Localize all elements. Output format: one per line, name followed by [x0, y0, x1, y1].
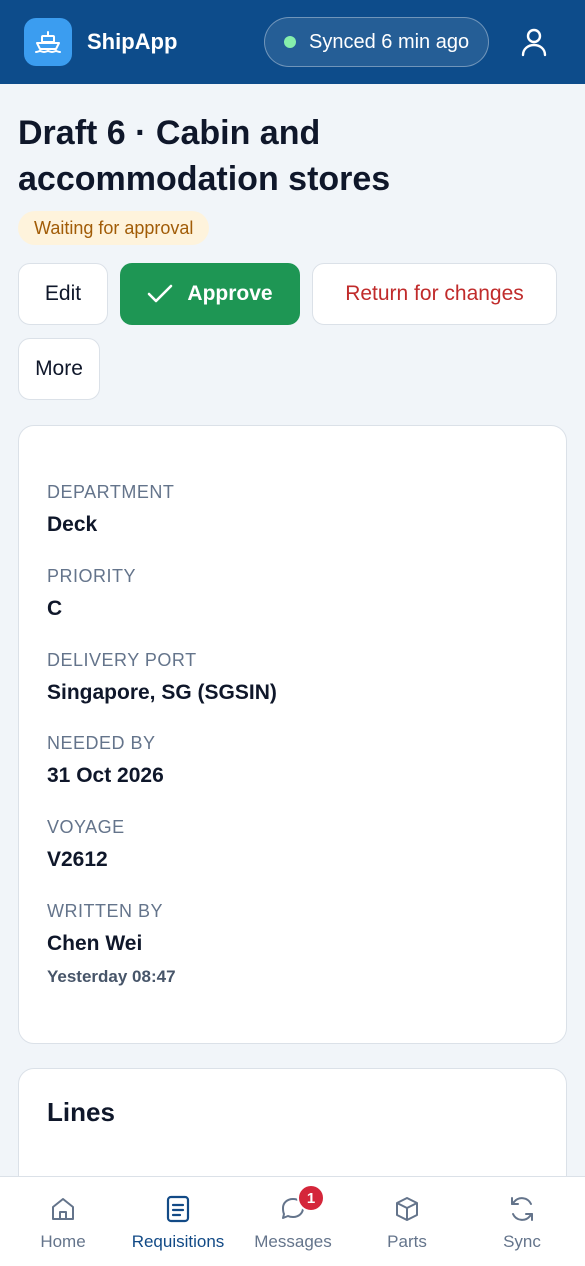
refresh-icon: [511, 1197, 533, 1221]
return-for-changes-button[interactable]: Return for changes: [312, 263, 557, 325]
user-profile-button[interactable]: [516, 24, 552, 60]
bottom-nav: Home Requisitions 1 Messages Parts Sync: [0, 1176, 585, 1266]
home-icon: [52, 1198, 74, 1220]
nav-parts-label: Parts: [387, 1232, 427, 1251]
status-badge: Waiting for approval: [18, 211, 210, 245]
nav-requisitions[interactable]: Requisitions: [128, 1177, 228, 1266]
nav-parts[interactable]: Parts: [372, 1177, 442, 1266]
voyage-label: VOYAGE: [47, 817, 125, 837]
check-icon: [148, 284, 173, 303]
edit-button[interactable]: Edit: [18, 263, 108, 325]
department-label: DEPARTMENT: [47, 482, 175, 502]
voyage-field: VOYAGE V2612: [47, 816, 125, 874]
delivery-port-value: Singapore, SG (SGSIN): [47, 681, 277, 704]
approve-button[interactable]: Approve: [120, 263, 300, 325]
page-title: Draft 6 · Cabin and accommodation stores: [18, 114, 391, 198]
sync-status-pill[interactable]: Synced 6 min ago: [264, 17, 489, 67]
nav-messages[interactable]: 1 Messages: [250, 1177, 336, 1266]
written-by-time: Yesterday 08:47: [47, 967, 176, 986]
approve-button-label: Approve: [187, 282, 273, 305]
nav-sync[interactable]: Sync: [487, 1177, 557, 1266]
user-icon: [521, 28, 547, 57]
needed-by-field: NEEDED BY 31 Oct 2026: [47, 732, 164, 790]
app-brand: ShipApp: [87, 29, 178, 54]
sync-status-dot: [284, 36, 296, 48]
nav-home-label: Home: [40, 1232, 86, 1251]
delivery-port-label: DELIVERY PORT: [47, 650, 197, 670]
nav-sync-label: Sync: [503, 1232, 541, 1251]
lines-title: Lines: [47, 1097, 115, 1127]
app-root: ShipApp Synced 6 min ago Draft 6 · Cabin…: [0, 0, 585, 1266]
department-field: DEPARTMENT Deck: [47, 481, 174, 539]
document-icon: [166, 1195, 190, 1223]
ship-logo-icon: [24, 18, 72, 66]
nav-requisitions-label: Requisitions: [131, 1232, 225, 1251]
priority-value: C: [47, 597, 63, 620]
written-by-field: WRITTEN BY Chen Wei Yesterday 08:47: [47, 900, 176, 988]
department-value: Deck: [47, 513, 98, 536]
needed-by-label: NEEDED BY: [47, 733, 156, 753]
written-by-value: Chen Wei: [47, 932, 143, 955]
priority-field: PRIORITY C: [47, 565, 136, 623]
top-bar: ShipApp Synced 6 min ago: [0, 0, 585, 84]
sync-status-text: Synced 6 min ago: [309, 30, 470, 53]
details-card: DEPARTMENT Deck PRIORITY C DELIVERY PORT…: [18, 425, 567, 1044]
nav-home[interactable]: Home: [28, 1177, 98, 1266]
needed-by-value: 31 Oct 2026: [47, 764, 164, 787]
more-button[interactable]: More: [18, 338, 100, 400]
nav-messages-label: Messages: [254, 1232, 332, 1251]
box-icon: [396, 1197, 418, 1221]
voyage-value: V2612: [47, 848, 108, 871]
messages-unread-badge: 1: [297, 1184, 325, 1212]
delivery-port-field: DELIVERY PORT Singapore, SG (SGSIN): [47, 649, 277, 707]
priority-label: PRIORITY: [47, 566, 137, 586]
written-by-label: WRITTEN BY: [47, 901, 163, 921]
